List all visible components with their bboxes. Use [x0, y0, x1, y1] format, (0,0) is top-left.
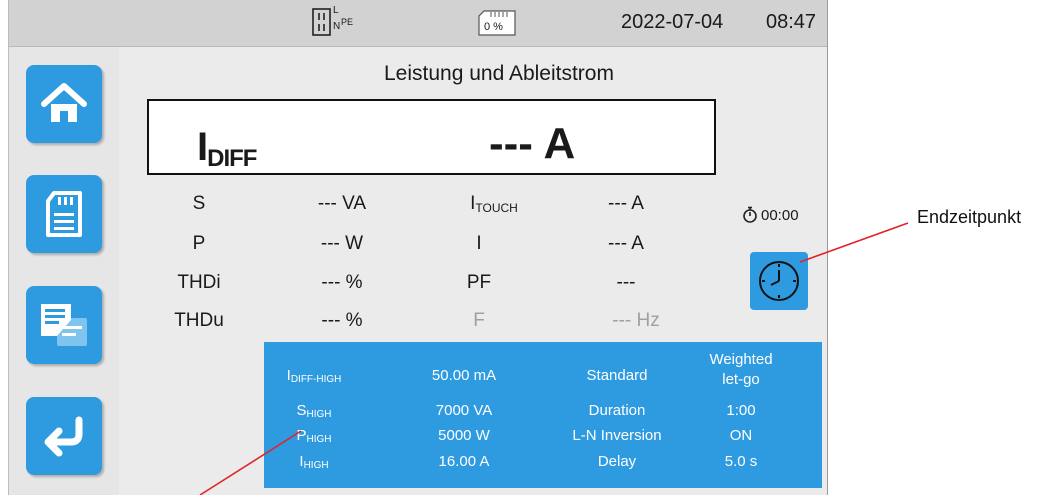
- measurement-value-thdu: --- %: [321, 310, 363, 331]
- primary-label-main: I: [197, 125, 208, 169]
- stopwatch-icon: [743, 206, 757, 223]
- home-button[interactable]: [26, 65, 102, 143]
- param-value-standard: Weighted let-go: [676, 350, 806, 390]
- param-key-s-high: SHIGH: [264, 402, 364, 420]
- param-value-duration: 1:00: [726, 402, 756, 419]
- param-key-sub: HIGH: [306, 409, 332, 420]
- param-key-duration: Duration: [588, 402, 646, 419]
- storage-indicator: 0 %: [477, 9, 517, 37]
- measurement-label-thdu: THDu: [174, 310, 224, 331]
- end-time-callout-label: Endzeitpunkt: [917, 207, 1022, 227]
- param-value-ln-inversion: ON: [729, 427, 753, 444]
- plug-label-pe: PE: [341, 17, 354, 27]
- report-button[interactable]: [26, 286, 102, 364]
- end-time-button[interactable]: [750, 252, 808, 310]
- param-key-main: P: [296, 427, 307, 444]
- measurement-label-s: S: [192, 193, 206, 214]
- itouch-label-sub: TOUCH: [475, 201, 518, 215]
- measurement-value-s: --- VA: [317, 193, 367, 214]
- measurement-label-p: P: [192, 233, 206, 254]
- param-key-idiff-high: IDIFF-HIGH: [264, 367, 364, 385]
- status-date: 2022-07-04: [621, 11, 724, 33]
- param-key-sub: HIGH: [306, 434, 332, 445]
- sd-card-icon: [46, 191, 82, 237]
- device-screen: L N PE 0 % 2022-07-04 08:47 Leistung und…: [8, 0, 828, 495]
- param-key-standard: Standard: [586, 367, 648, 384]
- param-key-sub: DIFF-HIGH: [290, 374, 342, 385]
- sidebar: [9, 47, 119, 495]
- page-title: Leistung und Ableitstrom: [384, 62, 614, 85]
- plug-label-l: L: [333, 5, 339, 16]
- primary-value: --- A: [489, 119, 576, 168]
- primary-label: IDIFF: [197, 125, 257, 173]
- plug-label-n: N: [333, 21, 341, 32]
- param-value-delay: 5.0 s: [724, 453, 758, 470]
- param-value-i-high: 16.00 A: [438, 453, 490, 470]
- back-button[interactable]: [26, 397, 102, 475]
- document-icon: [41, 304, 87, 346]
- measurement-label-f: F: [473, 310, 485, 331]
- measurement-value-p: --- W: [320, 233, 364, 254]
- measurement-value-thdi: --- %: [321, 272, 363, 293]
- parameter-panel[interactable]: IDIFF-HIGH 50.00 mA Standard Weighted le…: [264, 342, 822, 488]
- param-key-p-high: PHIGH: [264, 427, 364, 445]
- timer-value: 00:00: [761, 206, 799, 224]
- param-key-main: S: [296, 402, 307, 419]
- storage-percent: 0 %: [484, 21, 503, 33]
- param-value-p-high: 5000 W: [438, 427, 490, 444]
- timer-display: 00:00: [742, 206, 799, 224]
- status-bar: L N PE 0 % 2022-07-04 08:47: [9, 0, 827, 47]
- primary-measurement: IDIFF --- A: [147, 99, 716, 175]
- plug-icon: [312, 8, 331, 36]
- measurement-value-i: --- A: [608, 233, 644, 254]
- primary-label-sub: DIFF: [207, 145, 257, 172]
- measurement-value-pf: ---: [616, 272, 636, 293]
- param-value-standard-line1: Weighted: [709, 351, 773, 368]
- param-key-sub: HIGH: [303, 460, 329, 471]
- param-value-s-high: 7000 VA: [435, 402, 493, 419]
- param-value-standard-line2: let-go: [722, 371, 760, 388]
- measurement-label-i: I: [476, 233, 482, 254]
- house-icon: [41, 83, 87, 122]
- plug-status: L N PE: [312, 5, 372, 38]
- measurement-label-pf: PF: [466, 272, 492, 293]
- return-arrow-icon: [44, 416, 83, 457]
- memory-button[interactable]: [26, 175, 102, 253]
- measurement-label-itouch: ITOUCH: [439, 193, 549, 215]
- param-key-delay: Delay: [597, 453, 637, 470]
- param-key-ln-inversion: L-N Inversion: [572, 427, 662, 444]
- status-time: 08:47: [766, 11, 817, 33]
- clock-icon: [759, 261, 799, 301]
- param-value-idiff-high: 50.00 mA: [431, 367, 497, 384]
- measurement-value-f: --- Hz: [612, 310, 660, 331]
- measurement-label-thdi: THDi: [177, 272, 221, 293]
- measurement-value-itouch: --- A: [608, 193, 644, 214]
- param-key-i-high: IHIGH: [264, 453, 364, 471]
